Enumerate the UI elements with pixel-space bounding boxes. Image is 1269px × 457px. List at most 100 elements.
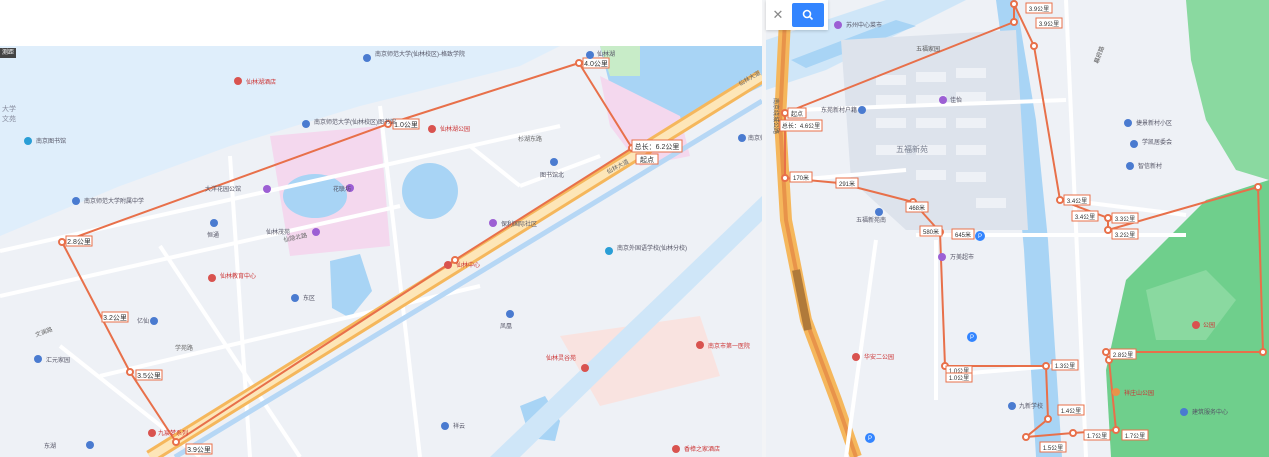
svg-text:万美超市: 万美超市 (950, 253, 974, 261)
svg-text:3.9公里: 3.9公里 (1029, 6, 1049, 13)
rlabel-1-7b: 1.7公里 (1121, 429, 1149, 441)
svg-text:1.7公里: 1.7公里 (1125, 433, 1145, 440)
svg-text:学凯居委会: 学凯居委会 (1142, 138, 1172, 146)
distance-label-3-2: 3.2公里 (101, 311, 129, 323)
poi-xianlinzhongxin[interactable]: 仙林中心 (444, 261, 480, 269)
svg-text:图书馆北: 图书馆北 (540, 171, 564, 179)
route-total-label: 总长：6.2公里 (631, 139, 683, 153)
rpoi-gongyuan[interactable]: 公园 (1192, 321, 1215, 329)
svg-text:南京图书馆: 南京图书馆 (36, 137, 66, 145)
rlabel-645: 645米 (951, 228, 975, 240)
left-lake-center (402, 163, 458, 219)
top-blank-area (0, 0, 762, 46)
rpoi-jiuxin[interactable]: 九新学校 (1008, 402, 1043, 410)
rpoi-parking-1[interactable]: P (975, 231, 985, 241)
svg-text:P: P (868, 436, 872, 442)
rlabel-2-8: 2.8公里 (1109, 348, 1137, 360)
rpoi-wufuxinyuan[interactable]: 五福新苑 (896, 144, 928, 154)
close-icon[interactable]: ✕ (766, 0, 790, 30)
poi-library[interactable]: 南京图书馆 (24, 137, 66, 145)
rpoi-parking-2[interactable]: P (967, 332, 977, 342)
poi-xianlin-gongyuan[interactable]: 仙林湖公园 (428, 125, 470, 133)
svg-text:总长：4.6公里: 总长：4.6公里 (782, 122, 820, 130)
poi-yixian[interactable]: 亿仙 (137, 317, 158, 325)
svg-text:3.2公里: 3.2公里 (1115, 232, 1135, 239)
svg-text:仙林中心: 仙林中心 (456, 261, 480, 269)
svg-text:祥庄山公园: 祥庄山公园 (1124, 389, 1154, 397)
svg-text:2.8公里: 2.8公里 (67, 238, 91, 246)
svg-text:五福新苑南: 五福新苑南 (856, 216, 886, 224)
svg-text:468米: 468米 (909, 204, 925, 212)
svg-text:1.0公里: 1.0公里 (949, 375, 969, 382)
svg-text:3.2公里: 3.2公里 (103, 314, 127, 322)
right-map-panel[interactable]: 起点 总长：4.6公里 170米 291米 468米 580米 645米 1.0… (766, 0, 1269, 457)
distance-label-3-9: 3.9公里 (185, 443, 213, 455)
poi-sfdx-right[interactable]: 南京师大 (738, 134, 762, 142)
svg-text:东湖: 东湖 (44, 442, 56, 450)
svg-text:九宸梦系列: 九宸梦系列 (158, 429, 188, 437)
svg-text:170米: 170米 (793, 174, 809, 182)
rlabel-3-4b: 3.4公里 (1071, 210, 1099, 222)
svg-text:保利国际社区: 保利国际社区 (501, 220, 537, 228)
poi-jiuchen[interactable]: 九宸梦系列 (148, 429, 188, 437)
rpoi-dongyuan[interactable]: 东苑新村户籍 (821, 106, 866, 114)
svg-text:P: P (978, 234, 982, 240)
svg-text:580米: 580米 (923, 228, 939, 236)
search-icon (802, 9, 814, 21)
svg-text:华安二公园: 华安二公园 (864, 353, 894, 361)
svg-text:起点: 起点 (791, 110, 803, 118)
svg-text:总长：6.2公里: 总长：6.2公里 (635, 142, 680, 151)
svg-text:4.0公里: 4.0公里 (584, 60, 608, 68)
svg-text:645米: 645米 (955, 231, 971, 239)
rpoi-wanmei[interactable]: 万美超市 (938, 253, 974, 261)
svg-text:东区: 东区 (303, 294, 315, 302)
svg-text:仙林湖公园: 仙林湖公园 (440, 125, 470, 133)
svg-text:仙林灵谷苑: 仙林灵谷苑 (546, 354, 576, 362)
svg-text:1.4公里: 1.4公里 (1061, 408, 1081, 415)
map-search-control[interactable]: ✕ (766, 0, 828, 30)
rpoi-zhixin[interactable]: 智信新村 (1126, 162, 1162, 170)
svg-text:2.8公里: 2.8公里 (1113, 352, 1133, 359)
rpoi-huaxin[interactable]: 华安二公园 (852, 353, 894, 361)
svg-text:3.5公里: 3.5公里 (137, 372, 161, 380)
left-corner-tag: 测距 (0, 48, 17, 58)
svg-text:建筑服务中心: 建筑服务中心 (1192, 408, 1228, 416)
svg-text:凤凰: 凤凰 (500, 323, 512, 330)
svg-text:仙林教育中心: 仙林教育中心 (220, 272, 256, 280)
svg-text:恒通: 恒通 (207, 231, 219, 239)
left-map-canvas[interactable]: 1.0公里 2.8公里 3.2公里 3.5公里 3.9公里 4.0公里 总长：6… (0, 46, 762, 457)
rlabel-580: 580米 (919, 225, 943, 237)
svg-text:南京市第一医院: 南京市第一医院 (708, 342, 750, 350)
right-map-canvas[interactable]: 起点 总长：4.6公里 170米 291米 468米 580米 645米 1.0… (766, 0, 1269, 457)
distance-label-4-0: 4.0公里 (582, 57, 610, 69)
svg-text:P: P (970, 335, 974, 341)
rroad-nanjing: 南京绕城公路 (772, 98, 780, 134)
rpoi-parking-3[interactable]: P (865, 433, 875, 443)
svg-text:汇元家园: 汇元家园 (46, 356, 70, 364)
distance-label-2-8: 2.8公里 (65, 235, 93, 247)
svg-text:南京师范大学(仙林校区)-格致学院: 南京师范大学(仙林校区)-格致学院 (375, 50, 465, 58)
rlabel-291: 291米 (835, 177, 859, 189)
poi-dongqu[interactable]: 东区 (291, 294, 315, 302)
left-map-panel[interactable]: 1.0公里 2.8公里 3.2公里 3.5公里 3.9公里 4.0公里 总长：6… (0, 46, 762, 457)
svg-text:3.4公里: 3.4公里 (1067, 198, 1087, 205)
rpoi-jiayi[interactable]: 佳怡 (939, 96, 962, 104)
svg-text:3.9公里: 3.9公里 (1039, 21, 1059, 28)
svg-text:花联坊: 花联坊 (333, 185, 351, 193)
svg-text:南京师大: 南京师大 (748, 134, 762, 142)
svg-text:1.3公里: 1.3公里 (1055, 363, 1075, 370)
rlabel-3-3: 3.3公里 (1111, 212, 1139, 224)
rroad-wufu: 五福家园 (916, 45, 940, 53)
svg-text:亿仙: 亿仙 (137, 317, 149, 325)
poi-xianlin-hu[interactable]: 仙林湖 (586, 50, 615, 59)
area-label-wenyuan: 文苑 (2, 114, 16, 123)
rlabel-3-9b: 3.9公里 (1035, 17, 1063, 29)
svg-text:仙林湖酒店: 仙林湖酒店 (246, 78, 276, 86)
svg-text:仙林湖: 仙林湖 (597, 50, 615, 58)
svg-text:捷景新村小区: 捷景新村小区 (1136, 119, 1172, 127)
svg-text:仙林茂苑: 仙林茂苑 (266, 228, 290, 236)
search-button[interactable] (792, 3, 824, 27)
rlabel-start: 起点 (787, 107, 807, 119)
svg-text:南京外国语学校(仙林分校): 南京外国语学校(仙林分校) (617, 244, 687, 252)
poi-xiangyun[interactable]: 祥云 (441, 422, 465, 430)
